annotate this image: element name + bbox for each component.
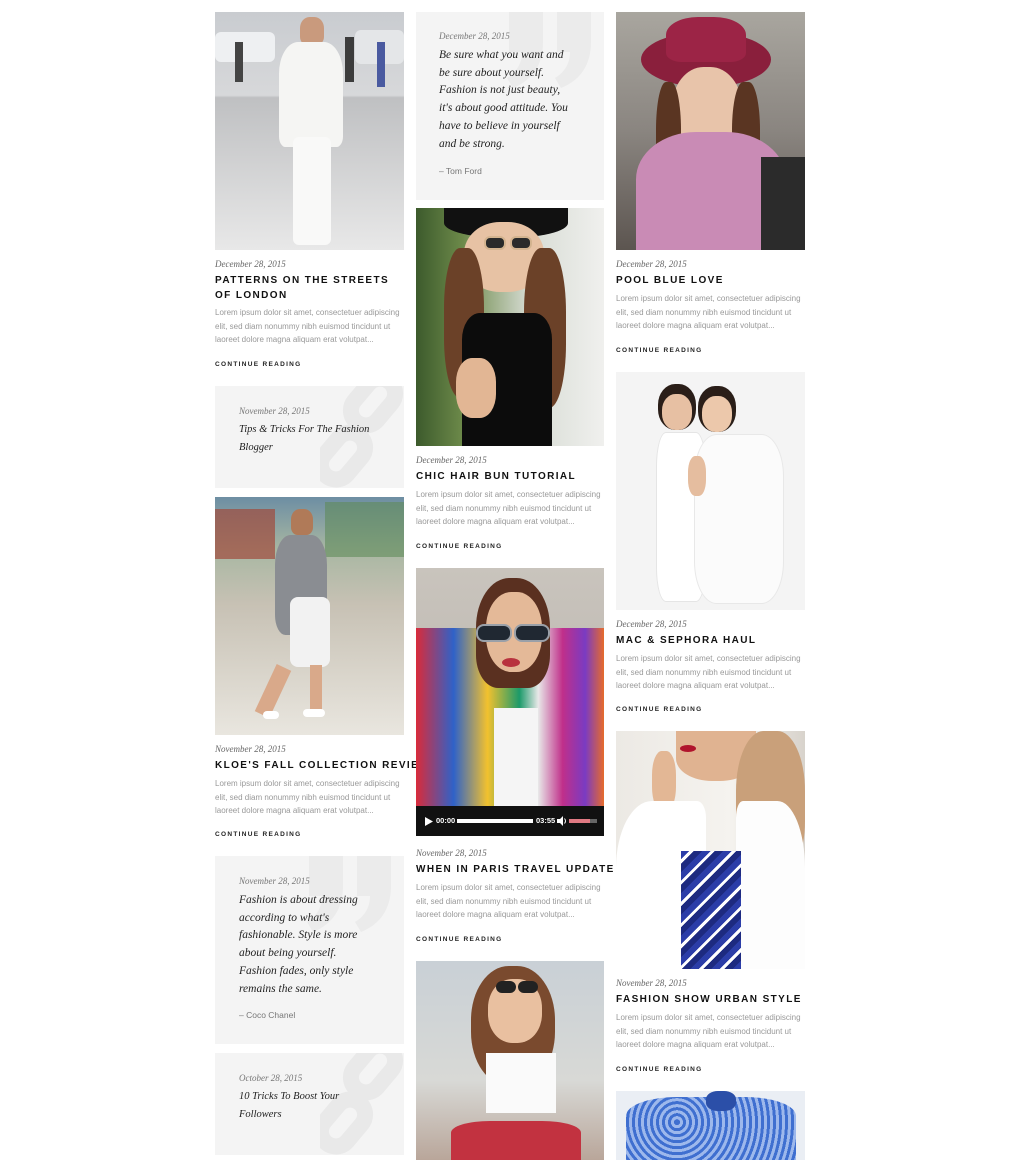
video-player-controls[interactable]: 00:00 03:55 [416, 806, 604, 836]
quote-line: remains the same. [239, 982, 322, 995]
post-date: November 28, 2015 [416, 848, 487, 858]
post-title[interactable]: When in Paris travel update [416, 862, 613, 877]
post-excerpt: Lorem ipsum dolor sit amet, consectetuer… [215, 308, 400, 344]
play-icon[interactable] [425, 817, 433, 826]
quote-line: Fashion is about dressing [239, 894, 358, 906]
post-date: December 28, 2015 [416, 455, 487, 465]
post-excerpt: Lorem ipsum dolor sit amet, consectetuer… [416, 490, 601, 526]
link-title-line[interactable]: Followers [239, 1106, 282, 1124]
post-date: November 28, 2015 [616, 978, 687, 988]
continue-reading-link[interactable]: CONTINUE READING [616, 706, 703, 713]
quote-line: Fashion fades, only style [239, 964, 354, 977]
quote-line: about being yourself. [239, 947, 337, 960]
post-image[interactable] [616, 1091, 805, 1160]
duration: 03:55 [536, 816, 556, 825]
link-date: November 28, 2015 [239, 406, 310, 416]
quote-date: November 28, 2015 [239, 876, 310, 886]
quote-line: it's about good attitude. You [439, 102, 568, 115]
quote-author: – Tom Ford [439, 166, 482, 176]
continue-reading-link[interactable]: CONTINUE READING [616, 347, 703, 354]
quote-line: Fashion is not just beauty, [439, 84, 561, 97]
post-date: December 28, 2015 [215, 259, 286, 269]
quote-date: December 28, 2015 [439, 31, 510, 41]
link-title-line[interactable]: 10 Tricks To Boost Your [239, 1088, 339, 1106]
link-title-line[interactable]: Tips & Tricks For The Fashion [239, 421, 369, 439]
quote-line: according to what's [239, 911, 330, 924]
quote-line: be sure about yourself. [439, 66, 544, 79]
post-title[interactable]: Chic hair bun tutorial [416, 469, 604, 484]
post-date: December 28, 2015 [616, 259, 687, 269]
continue-reading-link[interactable]: CONTINUE READING [215, 831, 302, 838]
current-time: 00:00 [436, 816, 456, 825]
quote-author: – Coco Chanel [239, 1010, 296, 1020]
link-post-box[interactable]: November 28, 2015 Tips & Tricks For The … [215, 386, 404, 488]
continue-reading-link[interactable]: CONTINUE READING [616, 1066, 703, 1073]
post-image[interactable] [616, 12, 805, 250]
volume-level [569, 819, 590, 823]
post-excerpt: Lorem ipsum dolor sit amet, consectetuer… [616, 1013, 801, 1049]
post-image[interactable] [215, 497, 404, 735]
post-title[interactable]: Fashion show urban style [616, 992, 811, 1007]
quote-line: have to believe in yourself [439, 119, 560, 132]
link-post-box[interactable]: October 28, 2015 10 Tricks To Boost Your… [215, 1053, 404, 1155]
post-date: December 28, 2015 [616, 619, 687, 629]
quote-line: Be sure what you want and [439, 49, 564, 61]
post-excerpt: Lorem ipsum dolor sit amet, consectetuer… [616, 294, 801, 330]
post-date: November 28, 2015 [215, 744, 286, 754]
post-image[interactable] [416, 961, 604, 1160]
quote-line: fashionable. Style is more [239, 929, 358, 942]
post-excerpt: Lorem ipsum dolor sit amet, consectetuer… [616, 654, 801, 690]
post-image[interactable] [215, 12, 404, 250]
quote-post-box[interactable]: November 28, 2015 Fashion is about dress… [215, 856, 404, 1044]
post-image[interactable] [416, 208, 604, 446]
continue-reading-link[interactable]: CONTINUE READING [215, 361, 302, 368]
post-title[interactable]: Pool blue love [616, 273, 805, 288]
seek-bar[interactable] [457, 819, 533, 823]
post-excerpt: Lorem ipsum dolor sit amet, consectetuer… [215, 779, 400, 815]
link-title-line[interactable]: Blogger [239, 439, 273, 457]
post-image[interactable] [616, 372, 805, 610]
quote-line: and be strong. [439, 137, 505, 150]
post-title[interactable]: Patterns on the streets of London [215, 273, 404, 303]
post-image[interactable] [616, 731, 805, 969]
continue-reading-link[interactable]: CONTINUE READING [416, 936, 503, 943]
volume-icon[interactable] [557, 816, 567, 826]
post-excerpt: Lorem ipsum dolor sit amet, consectetuer… [416, 883, 601, 919]
volume-slider[interactable] [569, 819, 597, 823]
post-video[interactable] [416, 568, 604, 806]
post-title[interactable]: Kloe's fall collection review [215, 758, 429, 773]
post-title[interactable]: MAC & Sephora haul [616, 633, 805, 648]
continue-reading-link[interactable]: CONTINUE READING [416, 543, 503, 550]
link-date: October 28, 2015 [239, 1073, 303, 1083]
quote-post-box[interactable]: December 28, 2015 Be sure what you want … [416, 12, 604, 200]
